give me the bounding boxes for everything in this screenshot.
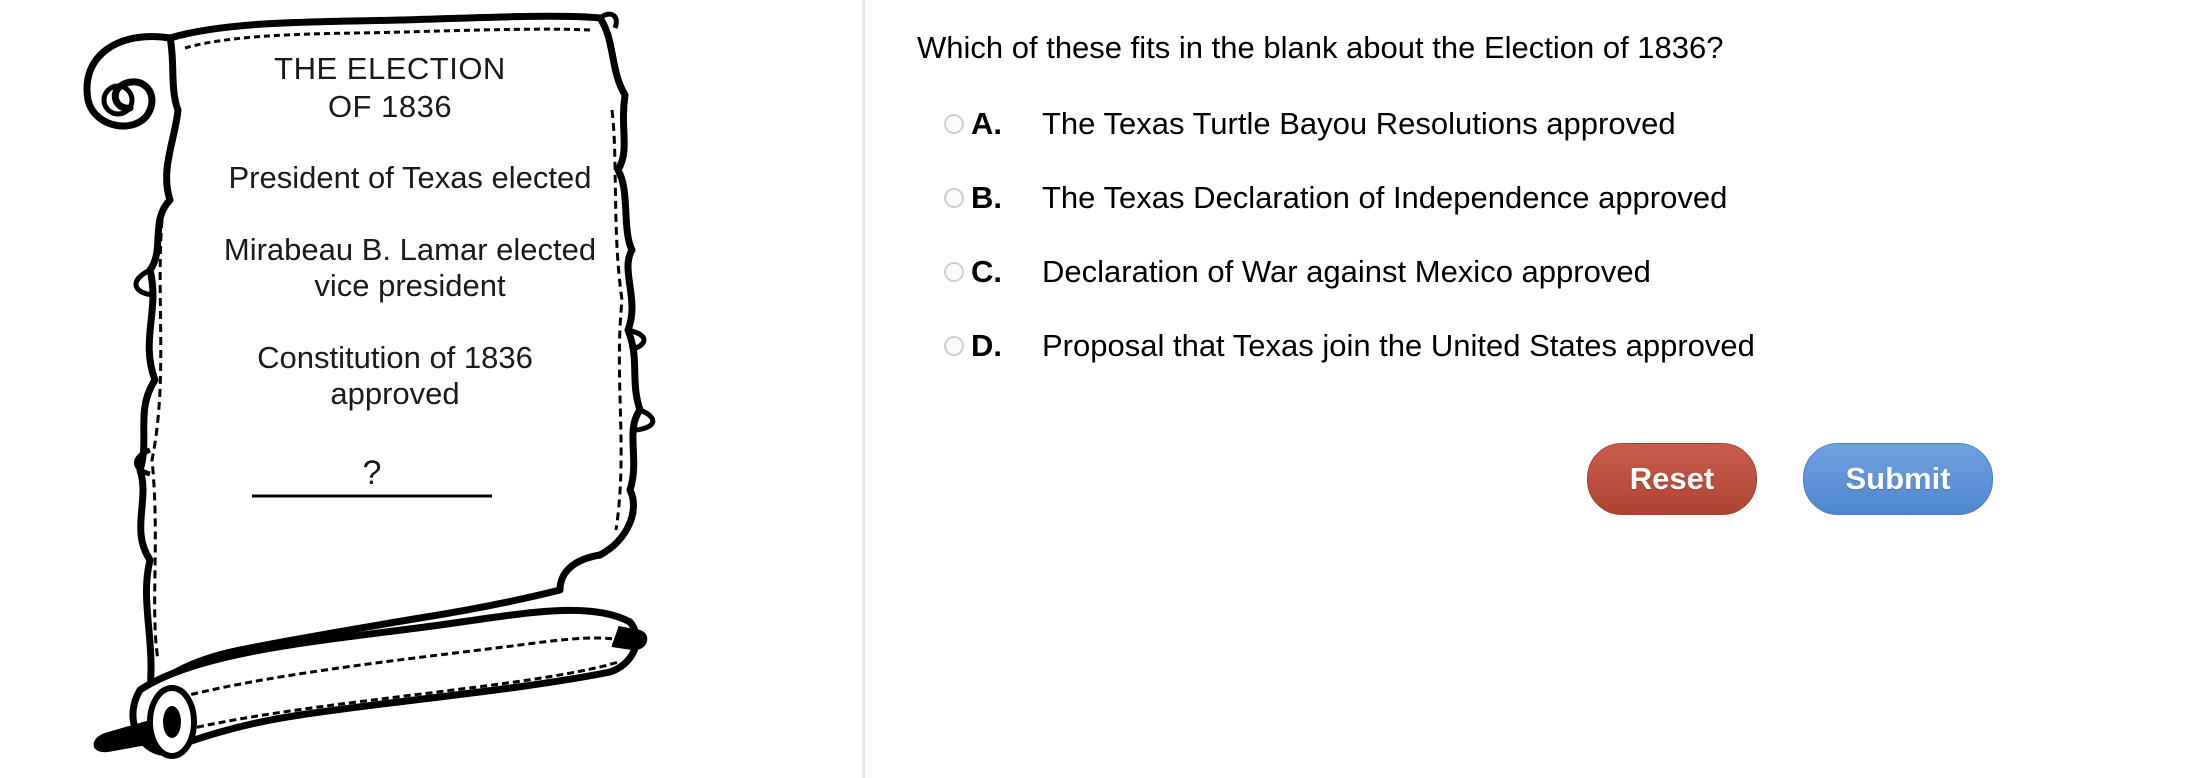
radio-d[interactable] — [944, 336, 964, 356]
submit-button[interactable]: Submit — [1803, 443, 1993, 515]
option-c-letter: C. — [971, 254, 1002, 289]
question-text: Which of these fits in the blank about t… — [917, 30, 1724, 65]
option-b[interactable]: B. The Texas Declaration of Independence… — [944, 176, 1727, 220]
scroll-line-vp-text-a: Mirabeau B. Lamar elected — [223, 232, 597, 267]
radio-a[interactable] — [944, 114, 964, 134]
scroll-illustration-panel: THE ELECTION OF 1836 President of Texas … — [0, 0, 862, 778]
option-d-letter: D. — [971, 328, 1002, 363]
option-a-letter: A. — [971, 106, 1002, 141]
scroll-line-vp-text-b: vice president — [314, 268, 506, 303]
scroll-line-constitution-text-b: approved — [330, 376, 460, 411]
scroll-line-constitution: Constitution of 1836 approved — [190, 340, 600, 412]
radio-c[interactable] — [944, 262, 964, 282]
option-d[interactable]: D. Proposal that Texas join the United S… — [944, 324, 1755, 368]
scroll-title-line1: THE ELECTION — [274, 51, 506, 86]
scroll-title: THE ELECTION OF 1836 — [210, 50, 570, 126]
option-d-text[interactable]: Proposal that Texas join the United Stat… — [1042, 328, 1755, 364]
option-c-text[interactable]: Declaration of War against Mexico approv… — [1042, 254, 1651, 290]
radio-b[interactable] — [944, 188, 964, 208]
scroll-line-constitution-text-a: Constitution of 1836 — [257, 340, 533, 375]
blank-question-mark: ? — [362, 454, 382, 492]
option-a[interactable]: A. The Texas Turtle Bayou Resolutions ap… — [944, 102, 1676, 146]
option-b-letter: B. — [971, 180, 1002, 215]
pane-divider — [862, 0, 865, 778]
reset-button[interactable]: Reset — [1587, 443, 1757, 515]
scroll-line-president: President of Texas elected — [200, 160, 620, 196]
option-c[interactable]: C. Declaration of War against Mexico app… — [944, 250, 1651, 294]
scroll-title-line2: OF 1836 — [327, 89, 453, 124]
option-a-text[interactable]: The Texas Turtle Bayou Resolutions appro… — [1042, 106, 1676, 142]
scroll-line-vice-president: Mirabeau B. Lamar elected vice president — [200, 232, 620, 304]
option-b-text[interactable]: The Texas Declaration of Independence ap… — [1042, 180, 1727, 216]
scroll-line-president-text: President of Texas elected — [228, 160, 592, 195]
